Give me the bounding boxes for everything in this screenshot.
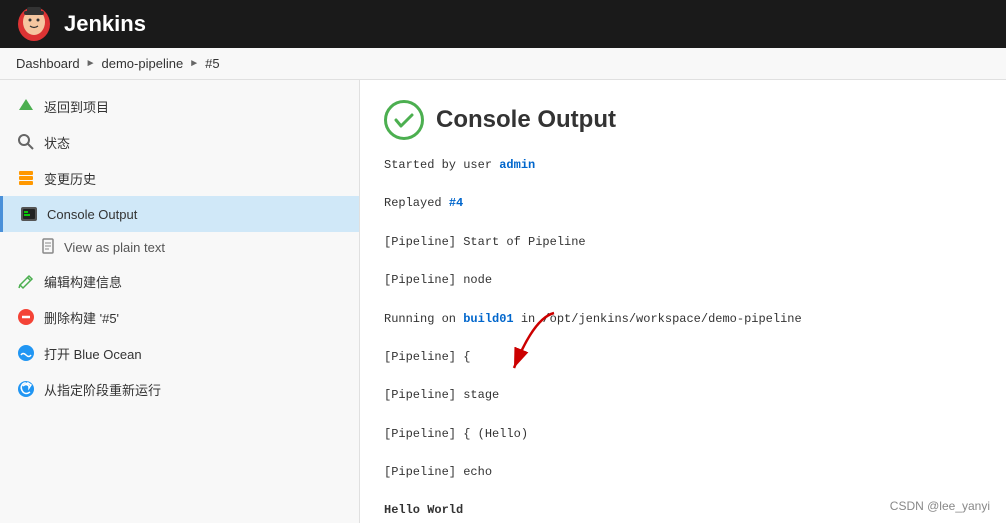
console-line-4: [Pipeline] node: [384, 271, 982, 290]
sidebar-label-plain-text: View as plain text: [64, 240, 165, 255]
console-icon: [19, 204, 39, 224]
console-line-6: [Pipeline] {: [384, 348, 982, 367]
content-area: Console Output Started by user admin Rep…: [360, 80, 1006, 523]
breadcrumb-dashboard[interactable]: Dashboard: [16, 56, 80, 71]
header: Jenkins: [0, 0, 1006, 48]
sidebar-item-console-output[interactable]: Console Output: [0, 196, 359, 232]
breadcrumb: Dashboard ► demo-pipeline ► #5: [0, 48, 1006, 80]
history-icon: [16, 168, 36, 188]
sidebar-label-replay: 从指定阶段重新运行: [44, 380, 161, 399]
up-arrow-icon: [16, 96, 36, 116]
delete-icon: [16, 307, 36, 327]
console-link-admin[interactable]: admin: [499, 158, 535, 172]
sidebar-label-console: Console Output: [47, 207, 137, 222]
sidebar-label-back: 返回到项目: [44, 97, 109, 116]
sidebar-label-ocean: 打开 Blue Ocean: [44, 344, 142, 363]
console-line-3: [Pipeline] Start of Pipeline: [384, 233, 982, 252]
console-line-2: Replayed #4: [384, 194, 982, 213]
edit-icon: [16, 271, 36, 291]
console-output-area: Started by user admin Replayed #4 [Pipel…: [384, 156, 982, 523]
sidebar-item-back-to-project[interactable]: 返回到项目: [0, 88, 359, 124]
jenkins-logo-icon: [16, 6, 52, 42]
page-title: Console Output: [436, 106, 616, 134]
success-icon: [384, 100, 424, 140]
console-link-replay4[interactable]: #4: [449, 196, 463, 210]
ocean-icon: [16, 343, 36, 363]
page-header: Console Output: [384, 100, 982, 140]
console-line-7: [Pipeline] stage: [384, 386, 982, 405]
sidebar-item-delete-build[interactable]: 删除构建 '#5': [0, 299, 359, 335]
replay-icon: [16, 379, 36, 399]
console-line-8: [Pipeline] { (Hello): [384, 425, 982, 444]
sidebar-label-history: 变更历史: [44, 169, 96, 188]
console-text-1a: Started by user: [384, 158, 499, 172]
breadcrumb-build[interactable]: #5: [205, 56, 219, 71]
console-text-2a: Replayed: [384, 196, 449, 210]
sidebar: 返回到项目 状态 变更历史: [0, 80, 360, 523]
sidebar-item-status[interactable]: 状态: [0, 124, 359, 160]
main-layout: 返回到项目 状态 变更历史: [0, 80, 1006, 523]
breadcrumb-arrow-2: ►: [189, 58, 199, 69]
sidebar-label-edit: 编辑构建信息: [44, 272, 122, 291]
watermark: CSDN @lee_yanyi: [890, 499, 990, 513]
sidebar-label-status: 状态: [44, 133, 70, 152]
red-arrow-annotation: [474, 308, 574, 388]
sidebar-item-view-plain-text[interactable]: View as plain text: [0, 232, 359, 263]
breadcrumb-arrow-1: ►: [86, 58, 96, 69]
console-line-1: Started by user admin: [384, 156, 982, 175]
sidebar-item-change-history[interactable]: 变更历史: [0, 160, 359, 196]
breadcrumb-pipeline[interactable]: demo-pipeline: [102, 56, 184, 71]
sidebar-item-replay[interactable]: 从指定阶段重新运行: [0, 371, 359, 407]
console-line-9: [Pipeline] echo: [384, 463, 982, 482]
doc-icon: [40, 238, 56, 257]
sidebar-label-delete: 删除构建 '#5': [44, 308, 119, 327]
sidebar-item-blue-ocean[interactable]: 打开 Blue Ocean: [0, 335, 359, 371]
console-text-5a: Running on: [384, 312, 463, 326]
search-icon: [16, 132, 36, 152]
sidebar-item-edit-build[interactable]: 编辑构建信息: [0, 263, 359, 299]
app-title: Jenkins: [64, 11, 146, 37]
